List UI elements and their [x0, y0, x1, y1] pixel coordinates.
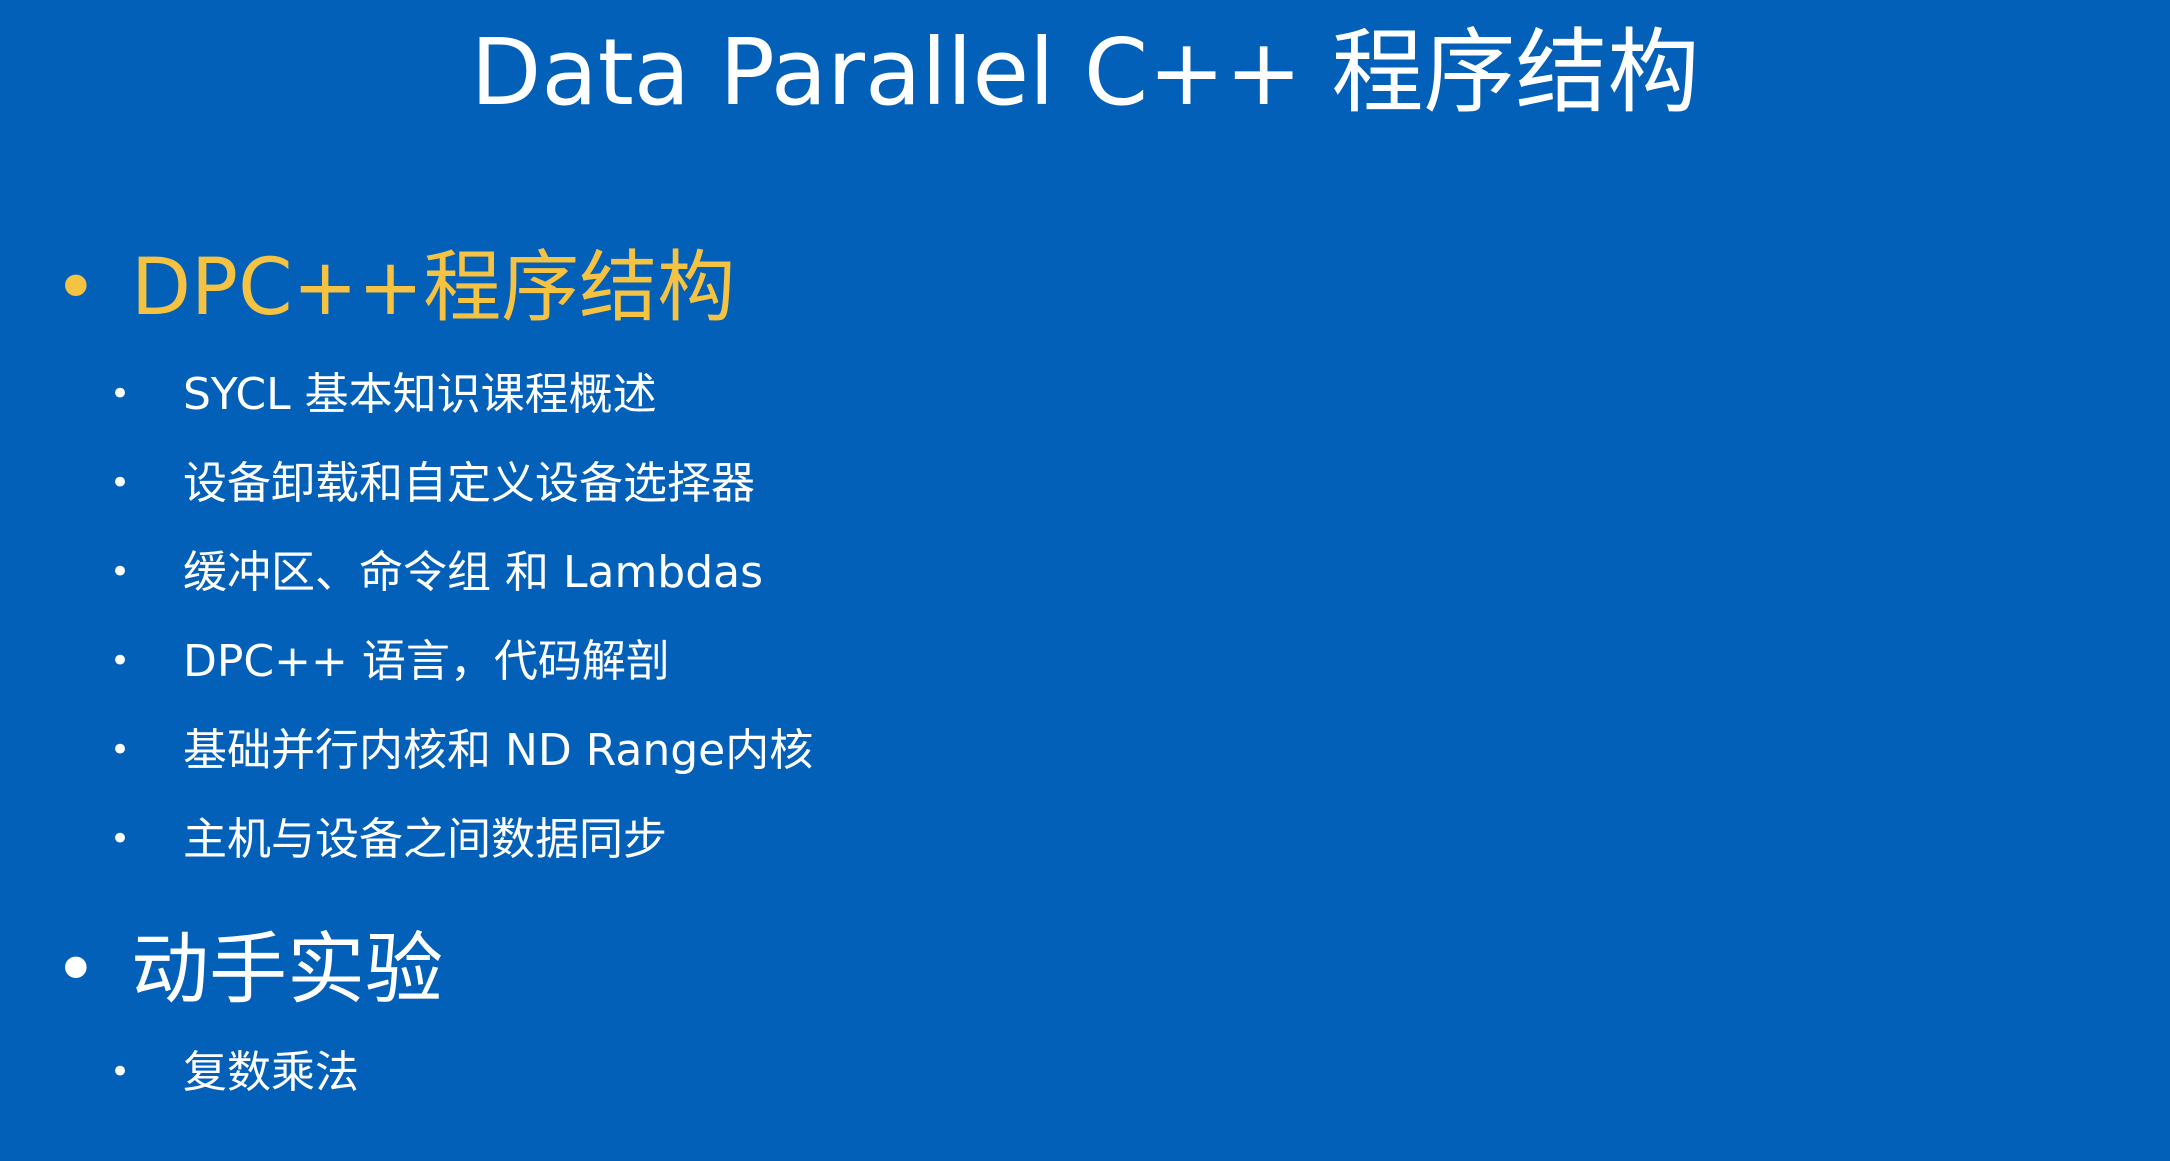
- slide-title: Data Parallel C++ 程序结构: [470, 19, 1700, 126]
- bullet-icon: •: [54, 245, 98, 331]
- list-item-text: 缓冲区、命令组 和 Lambdas: [183, 547, 764, 598]
- section-hands-on-lab: • 动手实验 • 复数乘法: [0, 920, 2170, 1117]
- list-item: • 缓冲区、命令组 和 Lambdas: [0, 528, 2170, 617]
- bullet-icon: •: [110, 730, 131, 770]
- list-item: • 主机与设备之间数据同步: [0, 795, 2170, 884]
- bullet-icon: •: [110, 1052, 131, 1092]
- bullet-icon: •: [110, 641, 131, 681]
- section-dpcpp-structure: • DPC++程序结构 • SYCL 基本知识课程概述 • 设备卸载和自定义设备…: [0, 238, 2170, 884]
- section-heading: 动手实验: [131, 925, 444, 1015]
- list-item: • 复数乘法: [0, 1028, 2170, 1117]
- section-heading-row: • DPC++程序结构: [0, 238, 2170, 338]
- bullet-icon: •: [110, 374, 131, 414]
- bullet-icon: •: [110, 552, 131, 592]
- bullet-icon: •: [110, 463, 131, 503]
- list-item: • DPC++ 语言，代码解剖: [0, 617, 2170, 706]
- list-item-text: 基础并行内核和 ND Range内核: [183, 725, 814, 776]
- section-heading: DPC++程序结构: [131, 243, 736, 333]
- list-item-text: 复数乘法: [183, 1047, 359, 1098]
- section-heading-row: • 动手实验: [0, 920, 2170, 1020]
- slide: Data Parallel C++ 程序结构 • DPC++程序结构 • SYC…: [0, 0, 2170, 1161]
- list-item-text: 主机与设备之间数据同步: [183, 814, 667, 865]
- list-item-text: 设备卸载和自定义设备选择器: [183, 458, 755, 509]
- list-item: • 设备卸载和自定义设备选择器: [0, 439, 2170, 528]
- list-item-text: DPC++ 语言，代码解剖: [183, 636, 670, 687]
- bullet-icon: •: [110, 819, 131, 859]
- bullet-icon: •: [54, 927, 98, 1013]
- list-item: • 基础并行内核和 ND Range内核: [0, 706, 2170, 795]
- list-item-text: SYCL 基本知识课程概述: [183, 369, 657, 420]
- list-item: • SYCL 基本知识课程概述: [0, 350, 2170, 439]
